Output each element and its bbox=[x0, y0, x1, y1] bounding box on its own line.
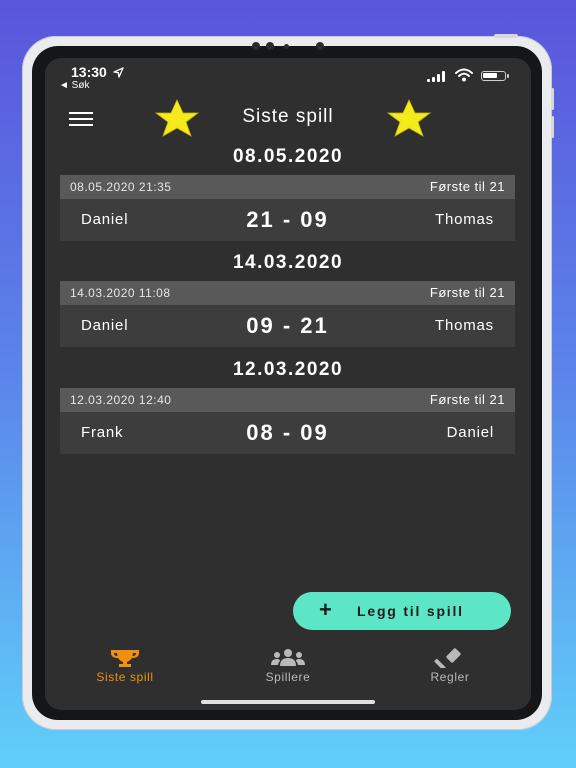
tab-regler[interactable]: Regler bbox=[390, 648, 510, 684]
star-icon bbox=[386, 99, 432, 137]
game-card[interactable]: 12.03.2020 12:40 Første til 21 Frank 08 … bbox=[60, 388, 515, 454]
game-card-header: 14.03.2020 11:08 Første til 21 bbox=[60, 281, 515, 305]
status-time: 13:30 bbox=[71, 64, 124, 80]
cellular-signal-icon bbox=[427, 70, 447, 82]
players-icon bbox=[271, 649, 305, 666]
player-right: Daniel bbox=[446, 424, 494, 441]
player-right: Thomas bbox=[435, 317, 494, 334]
game-card[interactable]: 08.05.2020 21:35 Første til 21 Daniel 21… bbox=[60, 175, 515, 241]
front-camera bbox=[316, 42, 324, 50]
volume-down-button bbox=[551, 116, 554, 138]
date-section-header: 08.05.2020 bbox=[232, 146, 344, 167]
back-to-search[interactable]: ◄ Søk bbox=[59, 80, 89, 91]
wifi-icon bbox=[455, 68, 473, 82]
game-mode: Første til 21 bbox=[429, 392, 505, 407]
game-card[interactable]: 14.03.2020 11:08 Første til 21 Daniel 09… bbox=[60, 281, 515, 347]
app-screen: 13:30 ◄ Søk Siste spill 08.05.2020 08.05… bbox=[45, 58, 531, 710]
game-timestamp: 08.05.2020 21:35 bbox=[70, 180, 172, 194]
tab-label: Siste spill bbox=[96, 670, 154, 684]
app-header: Siste spill bbox=[45, 98, 531, 142]
status-bar: 13:30 ◄ Søk bbox=[45, 58, 531, 98]
sensor-dot bbox=[266, 42, 274, 50]
game-timestamp: 14.03.2020 11:08 bbox=[70, 286, 171, 300]
date-section-header: 14.03.2020 bbox=[232, 252, 344, 273]
location-arrow-icon bbox=[112, 67, 124, 78]
trophy-icon bbox=[111, 650, 139, 667]
game-mode: Første til 21 bbox=[429, 179, 505, 194]
add-game-button[interactable]: + Legg til spill bbox=[293, 592, 511, 630]
power-button bbox=[494, 34, 518, 38]
add-game-label: Legg til spill bbox=[357, 603, 464, 619]
sensor-dot bbox=[252, 42, 260, 50]
date-section-header: 12.03.2020 bbox=[232, 359, 344, 380]
tab-spillere[interactable]: Spillere bbox=[228, 648, 348, 684]
game-card-header: 12.03.2020 12:40 Første til 21 bbox=[60, 388, 515, 412]
game-mode: Første til 21 bbox=[429, 285, 505, 300]
tab-label: Spillere bbox=[265, 670, 311, 684]
tab-siste-spill[interactable]: Siste spill bbox=[65, 648, 185, 684]
gavel-icon bbox=[434, 648, 461, 668]
plus-icon: + bbox=[319, 597, 334, 622]
game-card-header: 08.05.2020 21:35 Første til 21 bbox=[60, 175, 515, 199]
page-title: Siste spill bbox=[242, 106, 334, 127]
game-timestamp: 12.03.2020 12:40 bbox=[70, 393, 172, 407]
battery-icon bbox=[481, 71, 509, 81]
tab-label: Regler bbox=[430, 670, 470, 684]
sensor-dot bbox=[284, 44, 289, 49]
volume-up-button bbox=[551, 88, 554, 110]
status-time-text: 13:30 bbox=[71, 64, 107, 80]
player-right: Thomas bbox=[435, 211, 494, 228]
home-indicator[interactable] bbox=[201, 700, 375, 704]
